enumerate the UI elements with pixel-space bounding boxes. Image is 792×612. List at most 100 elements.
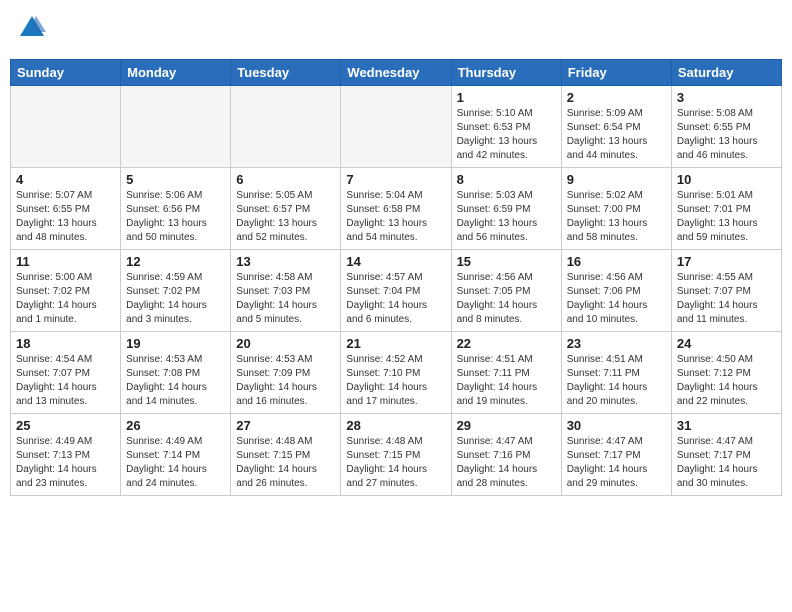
day-info: Sunrise: 5:09 AM Sunset: 6:54 PM Dayligh… xyxy=(567,107,666,163)
day-number: 3 xyxy=(677,90,776,105)
day-number: 8 xyxy=(457,172,556,187)
calendar-cell-w5-d7: 31 Sunrise: 4:47 AM Sunset: 7:17 PM Dayli… xyxy=(671,413,781,495)
day-info: Sunrise: 4:53 AM Sunset: 7:09 PM Dayligh… xyxy=(236,353,335,409)
day-number: 15 xyxy=(457,254,556,269)
logo xyxy=(16,14,46,47)
calendar-cell-w5-d3: 27 Sunrise: 4:48 AM Sunset: 7:15 PM Dayli… xyxy=(231,413,341,495)
day-number: 16 xyxy=(567,254,666,269)
calendar-cell-w2-d4: 7 Sunrise: 5:04 AM Sunset: 6:58 PM Daylig… xyxy=(341,167,451,249)
calendar-cell-w1-d6: 2 Sunrise: 5:09 AM Sunset: 6:54 PM Daylig… xyxy=(561,85,671,167)
calendar-cell-w3-d7: 17 Sunrise: 4:55 AM Sunset: 7:07 PM Dayli… xyxy=(671,249,781,331)
day-number: 18 xyxy=(16,336,115,351)
weekday-header-row: SundayMondayTuesdayWednesdayThursdayFrid… xyxy=(11,59,782,85)
calendar-cell-w3-d2: 12 Sunrise: 4:59 AM Sunset: 7:02 PM Dayli… xyxy=(121,249,231,331)
calendar-cell-w4-d2: 19Sunrise: 4:53 AM Sunset: 7:08 PM Dayli… xyxy=(121,331,231,413)
calendar-cell-w3-d1: 11Sunrise: 5:00 AM Sunset: 7:02 PM Dayli… xyxy=(11,249,121,331)
day-info: Sunrise: 5:10 AM Sunset: 6:53 PM Dayligh… xyxy=(457,107,556,163)
day-number: 27 xyxy=(236,418,335,433)
calendar-cell-w5-d4: 28Sunrise: 4:48 AM Sunset: 7:15 PM Dayli… xyxy=(341,413,451,495)
calendar-cell-w3-d4: 14 Sunrise: 4:57 AM Sunset: 7:04 PM Dayli… xyxy=(341,249,451,331)
calendar-cell-w4-d3: 20 Sunrise: 4:53 AM Sunset: 7:09 PM Dayli… xyxy=(231,331,341,413)
day-number: 12 xyxy=(126,254,225,269)
calendar-week-3: 11Sunrise: 5:00 AM Sunset: 7:02 PM Dayli… xyxy=(11,249,782,331)
day-info: Sunrise: 5:03 AM Sunset: 6:59 PM Dayligh… xyxy=(457,189,556,245)
day-info: Sunrise: 5:07 AM Sunset: 6:55 PM Dayligh… xyxy=(16,189,115,245)
day-info: Sunrise: 4:49 AM Sunset: 7:14 PM Dayligh… xyxy=(126,435,225,491)
day-info: Sunrise: 4:56 AM Sunset: 7:05 PM Dayligh… xyxy=(457,271,556,327)
day-info: Sunrise: 4:50 AM Sunset: 7:12 PM Dayligh… xyxy=(677,353,776,409)
calendar-cell-w4-d5: 22 Sunrise: 4:51 AM Sunset: 7:11 PM Dayli… xyxy=(451,331,561,413)
calendar-cell-w3-d3: 13 Sunrise: 4:58 AM Sunset: 7:03 PM Dayli… xyxy=(231,249,341,331)
calendar-week-5: 25 Sunrise: 4:49 AM Sunset: 7:13 PM Dayli… xyxy=(11,413,782,495)
calendar-cell-w4-d6: 23Sunrise: 4:51 AM Sunset: 7:11 PM Dayli… xyxy=(561,331,671,413)
day-info: Sunrise: 5:06 AM Sunset: 6:56 PM Dayligh… xyxy=(126,189,225,245)
day-info: Sunrise: 4:52 AM Sunset: 7:10 PM Dayligh… xyxy=(346,353,445,409)
day-number: 29 xyxy=(457,418,556,433)
day-info: Sunrise: 4:51 AM Sunset: 7:11 PM Dayligh… xyxy=(567,353,666,409)
calendar-cell-w2-d6: 9 Sunrise: 5:02 AM Sunset: 7:00 PM Daylig… xyxy=(561,167,671,249)
weekday-wednesday: Wednesday xyxy=(341,59,451,85)
day-info: Sunrise: 5:01 AM Sunset: 7:01 PM Dayligh… xyxy=(677,189,776,245)
calendar-cell-w2-d7: 10Sunrise: 5:01 AM Sunset: 7:01 PM Dayli… xyxy=(671,167,781,249)
day-number: 22 xyxy=(457,336,556,351)
day-number: 5 xyxy=(126,172,225,187)
calendar-week-4: 18Sunrise: 4:54 AM Sunset: 7:07 PM Dayli… xyxy=(11,331,782,413)
weekday-tuesday: Tuesday xyxy=(231,59,341,85)
day-number: 20 xyxy=(236,336,335,351)
day-number: 7 xyxy=(346,172,445,187)
day-info: Sunrise: 4:55 AM Sunset: 7:07 PM Dayligh… xyxy=(677,271,776,327)
day-number: 26 xyxy=(126,418,225,433)
calendar-cell-w1-d7: 3 Sunrise: 5:08 AM Sunset: 6:55 PM Daylig… xyxy=(671,85,781,167)
weekday-sunday: Sunday xyxy=(11,59,121,85)
page-header xyxy=(10,10,782,51)
day-info: Sunrise: 4:48 AM Sunset: 7:15 PM Dayligh… xyxy=(236,435,335,491)
day-number: 25 xyxy=(16,418,115,433)
calendar-cell-w1-d1 xyxy=(11,85,121,167)
day-number: 9 xyxy=(567,172,666,187)
day-number: 17 xyxy=(677,254,776,269)
calendar-cell-w3-d6: 16 Sunrise: 4:56 AM Sunset: 7:06 PM Dayli… xyxy=(561,249,671,331)
day-number: 11 xyxy=(16,254,115,269)
day-info: Sunrise: 4:57 AM Sunset: 7:04 PM Dayligh… xyxy=(346,271,445,327)
day-info: Sunrise: 4:59 AM Sunset: 7:02 PM Dayligh… xyxy=(126,271,225,327)
calendar-cell-w5-d5: 29 Sunrise: 4:47 AM Sunset: 7:16 PM Dayli… xyxy=(451,413,561,495)
day-info: Sunrise: 5:05 AM Sunset: 6:57 PM Dayligh… xyxy=(236,189,335,245)
day-info: Sunrise: 4:47 AM Sunset: 7:16 PM Dayligh… xyxy=(457,435,556,491)
calendar-week-2: 4Sunrise: 5:07 AM Sunset: 6:55 PM Daylig… xyxy=(11,167,782,249)
day-info: Sunrise: 4:56 AM Sunset: 7:06 PM Dayligh… xyxy=(567,271,666,327)
day-info: Sunrise: 4:47 AM Sunset: 7:17 PM Dayligh… xyxy=(567,435,666,491)
day-number: 14 xyxy=(346,254,445,269)
day-info: Sunrise: 5:04 AM Sunset: 6:58 PM Dayligh… xyxy=(346,189,445,245)
weekday-friday: Friday xyxy=(561,59,671,85)
weekday-monday: Monday xyxy=(121,59,231,85)
weekday-saturday: Saturday xyxy=(671,59,781,85)
calendar-cell-w2-d2: 5 Sunrise: 5:06 AM Sunset: 6:56 PM Daylig… xyxy=(121,167,231,249)
day-info: Sunrise: 4:58 AM Sunset: 7:03 PM Dayligh… xyxy=(236,271,335,327)
day-number: 21 xyxy=(346,336,445,351)
calendar-cell-w1-d3 xyxy=(231,85,341,167)
calendar-cell-w1-d2 xyxy=(121,85,231,167)
day-number: 13 xyxy=(236,254,335,269)
day-number: 19 xyxy=(126,336,225,351)
day-number: 6 xyxy=(236,172,335,187)
day-info: Sunrise: 5:02 AM Sunset: 7:00 PM Dayligh… xyxy=(567,189,666,245)
calendar-cell-w3-d5: 15 Sunrise: 4:56 AM Sunset: 7:05 PM Dayli… xyxy=(451,249,561,331)
day-number: 28 xyxy=(346,418,445,433)
weekday-thursday: Thursday xyxy=(451,59,561,85)
calendar-cell-w2-d5: 8 Sunrise: 5:03 AM Sunset: 6:59 PM Daylig… xyxy=(451,167,561,249)
calendar-cell-w1-d4 xyxy=(341,85,451,167)
calendar-cell-w5-d2: 26 Sunrise: 4:49 AM Sunset: 7:14 PM Dayli… xyxy=(121,413,231,495)
day-info: Sunrise: 4:49 AM Sunset: 7:13 PM Dayligh… xyxy=(16,435,115,491)
calendar-cell-w5-d6: 30Sunrise: 4:47 AM Sunset: 7:17 PM Dayli… xyxy=(561,413,671,495)
day-info: Sunrise: 5:08 AM Sunset: 6:55 PM Dayligh… xyxy=(677,107,776,163)
day-number: 2 xyxy=(567,90,666,105)
day-info: Sunrise: 4:51 AM Sunset: 7:11 PM Dayligh… xyxy=(457,353,556,409)
day-info: Sunrise: 4:47 AM Sunset: 7:17 PM Dayligh… xyxy=(677,435,776,491)
day-number: 31 xyxy=(677,418,776,433)
day-number: 1 xyxy=(457,90,556,105)
calendar-cell-w4-d4: 21 Sunrise: 4:52 AM Sunset: 7:10 PM Dayli… xyxy=(341,331,451,413)
day-number: 24 xyxy=(677,336,776,351)
calendar-cell-w5-d1: 25 Sunrise: 4:49 AM Sunset: 7:13 PM Dayli… xyxy=(11,413,121,495)
calendar-cell-w4-d7: 24 Sunrise: 4:50 AM Sunset: 7:12 PM Dayli… xyxy=(671,331,781,413)
calendar-week-1: 1 Sunrise: 5:10 AM Sunset: 6:53 PM Daylig… xyxy=(11,85,782,167)
